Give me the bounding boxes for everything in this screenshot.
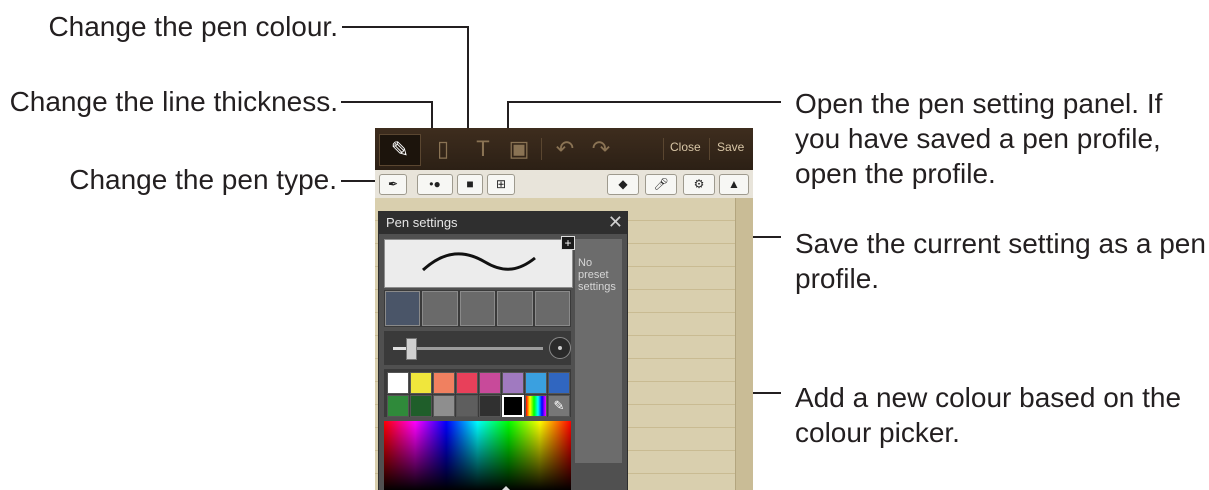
colour-icon: ■: [466, 177, 474, 191]
leader-pen-colour: [342, 26, 469, 28]
callout-new-colour: Add a new colour based on the colour pic…: [795, 382, 1182, 448]
colour-swatch[interactable]: [479, 372, 501, 394]
callout-setting-panel: Open the pen setting panel. If you have …: [795, 88, 1163, 189]
image-icon: ▣: [508, 136, 530, 161]
stroke-sample: [421, 252, 536, 272]
pen-toolbar: ✒ •● ■ ⊞ ◆ 🎤︎ ⚙ ▲: [375, 170, 753, 199]
undo-icon: ↶: [555, 136, 575, 161]
pen-type-selector: [384, 290, 571, 327]
colour-spectrum-picker[interactable]: [384, 421, 571, 490]
colour-swatch[interactable]: [456, 395, 478, 417]
colour-swatch[interactable]: [387, 395, 409, 417]
pen-settings-icon: ⊞: [495, 177, 507, 191]
pen-type-pencil[interactable]: [459, 291, 496, 326]
preset-list: No preset settings: [575, 239, 622, 463]
toolbar-divider: [663, 138, 664, 160]
pen-icon: ✎: [390, 137, 410, 162]
pen-setting-panel-button[interactable]: ⊞: [487, 174, 515, 195]
leader-setting-panel: [507, 101, 781, 103]
callout-pen-colour: Change the pen colour.: [48, 11, 338, 42]
expand-arrow-icon[interactable]: [501, 486, 511, 490]
thickness-control: [384, 331, 571, 365]
thickness-icon: •●: [429, 177, 441, 191]
pen-type-fountain[interactable]: [385, 291, 421, 326]
thickness-slider-handle[interactable]: [406, 338, 417, 360]
colour-swatch[interactable]: [479, 395, 501, 417]
pen-mode-button[interactable]: ✎: [379, 134, 421, 166]
pen-type-button[interactable]: ✒: [379, 174, 407, 195]
colour-swatch[interactable]: [433, 395, 455, 417]
settings-icon: ⚙: [693, 177, 705, 191]
save-button[interactable]: Save: [717, 140, 744, 154]
callout-pen-type: Change the pen type.: [69, 164, 337, 195]
colour-palette: ✎: [384, 369, 571, 417]
colour-swatch[interactable]: [502, 372, 524, 394]
colour-swatch[interactable]: [410, 395, 432, 417]
colour-swatch[interactable]: [525, 372, 547, 394]
text-icon: T: [476, 136, 490, 161]
pen-settings-panel: Pen settings ✕ + No preset settings ✎: [378, 211, 628, 490]
pen-type-icon: ✒: [387, 177, 399, 191]
chevron-up-icon: ▲: [728, 177, 740, 191]
pen-type-calligraphy[interactable]: [534, 291, 571, 326]
preset-empty-text: No preset settings: [578, 257, 616, 293]
thickness-preview-icon: [549, 337, 571, 359]
scroll-strip[interactable]: [735, 198, 753, 490]
colour-swatch[interactable]: [410, 372, 432, 394]
redo-button[interactable]: ↷: [581, 134, 621, 164]
text-mode-button[interactable]: T: [463, 134, 503, 164]
highlighter-icon: ◆: [618, 177, 628, 191]
pen-colour-button[interactable]: ■: [457, 174, 483, 195]
voice-record-button[interactable]: 🎤︎: [645, 174, 677, 195]
highlighter-button[interactable]: ◆: [607, 174, 639, 195]
eyedropper-icon[interactable]: ✎: [548, 395, 570, 417]
line-thickness-button[interactable]: •●: [417, 174, 453, 195]
callout-line-thickness: Change the line thickness.: [9, 86, 338, 117]
panel-header: Pen settings ✕: [379, 212, 627, 234]
callout-save-profile: Save the current setting as a pen profil…: [795, 228, 1206, 294]
add-pen-profile-button[interactable]: +: [561, 236, 575, 250]
colour-swatch[interactable]: [456, 372, 478, 394]
stroke-preview: [384, 239, 573, 288]
close-icon[interactable]: ✕: [608, 212, 623, 233]
pen-type-brush[interactable]: [422, 291, 458, 326]
top-toolbar: ✎ ▯ T ▣ ↶ ↷ Close Save: [375, 128, 753, 170]
toolbar-divider: [541, 138, 542, 160]
collapse-toolbar-button[interactable]: ▲: [719, 174, 749, 195]
app-screenshot: ✎ ▯ T ▣ ↶ ↷ Close Save ✒ •● ■ ⊞ ◆ 🎤︎ ⚙ ▲…: [375, 128, 753, 490]
close-button[interactable]: Close: [670, 140, 701, 154]
colour-swatch[interactable]: [387, 372, 409, 394]
eraser-icon: ▯: [436, 136, 450, 161]
custom-colour-swatch[interactable]: [525, 395, 547, 417]
panel-title: Pen settings: [386, 215, 458, 230]
undo-button[interactable]: ↶: [545, 134, 585, 164]
colour-swatch[interactable]: [433, 372, 455, 394]
toolbar-divider: [709, 138, 710, 160]
leader-thickness: [341, 101, 433, 103]
redo-icon: ↷: [591, 136, 611, 161]
colour-swatch[interactable]: [502, 395, 524, 417]
options-button[interactable]: ⚙: [683, 174, 715, 195]
eraser-mode-button[interactable]: ▯: [423, 134, 463, 164]
image-mode-button[interactable]: ▣: [499, 134, 539, 164]
pen-type-marker[interactable]: [497, 291, 533, 326]
colour-swatch[interactable]: [548, 372, 570, 394]
microphone-icon: 🎤︎: [653, 177, 669, 191]
